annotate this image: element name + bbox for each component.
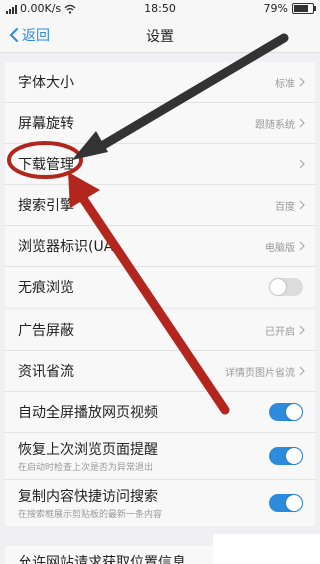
row-user-agent[interactable]: 浏览器标识(UA) 电脑版 (5, 226, 315, 267)
incognito-toggle[interactable] (269, 278, 303, 296)
row-ad-block[interactable]: 广告屏蔽 已开启 (5, 310, 315, 351)
row-label: 资讯省流 (18, 364, 74, 380)
chevron-right-icon (299, 159, 305, 169)
row-autoplay-video[interactable]: 自动全屏播放网页视频 (5, 392, 315, 433)
chevron-right-icon (299, 366, 305, 376)
row-label: 恢复上次浏览页面提醒 (18, 442, 158, 458)
row-value: 跟随系统 (255, 119, 295, 131)
row-download-manager[interactable]: 下载管理 (5, 144, 315, 185)
row-clipboard-search[interactable]: 复制内容快捷访问搜索 在搜索框展示剪贴板的最新一条内容 (5, 480, 315, 526)
battery-percent: 79% (263, 2, 288, 15)
page-title: 设置 (146, 29, 174, 45)
battery-icon (292, 3, 316, 14)
chevron-right-icon (299, 77, 305, 87)
row-label: 字体大小 (18, 75, 74, 91)
row-label: 搜索引擎 (18, 198, 74, 214)
chevron-right-icon (299, 118, 305, 128)
row-label: 屏幕旋转 (18, 116, 74, 132)
row-value: 标准 (275, 78, 295, 90)
row-screen-rotation[interactable]: 屏幕旋转 跟随系统 (5, 103, 315, 144)
row-search-engine[interactable]: 搜索引擎 百度 (5, 185, 315, 226)
row-restore-session[interactable]: 恢复上次浏览页面提醒 在启动时检查上次是否为异常退出 (5, 433, 315, 480)
autoplay-video-toggle[interactable] (269, 403, 303, 421)
chevron-right-icon (299, 325, 305, 335)
toggle-knob (286, 448, 302, 464)
toggle-knob (286, 495, 302, 511)
settings-group-content: 广告屏蔽 已开启 资讯省流 详情页图片省流 自动全屏播放网页视频 恢复上次浏览页… (5, 310, 315, 526)
row-description: 在启动时检查上次是否为异常退出 (18, 463, 154, 473)
row-font-size[interactable]: 字体大小 标准 (5, 62, 315, 103)
row-label: 广告屏蔽 (18, 323, 74, 339)
row-data-saver[interactable]: 资讯省流 详情页图片省流 (5, 351, 315, 392)
clipboard-search-toggle[interactable] (269, 494, 303, 512)
image-patch (213, 534, 320, 564)
toggle-knob (286, 404, 302, 420)
row-label: 自动全屏播放网页视频 (18, 405, 158, 421)
row-incognito[interactable]: 无痕浏览 (5, 267, 315, 307)
chevron-right-icon (299, 241, 305, 251)
row-value: 已开启 (265, 326, 295, 338)
row-description: 在搜索框展示剪贴板的最新一条内容 (18, 510, 163, 520)
status-bar: 0.00K/s 18:50 79% (0, 0, 320, 18)
row-label: 下载管理 (18, 157, 74, 173)
row-value: 百度 (275, 201, 295, 213)
row-label: 浏览器标识(UA) (18, 239, 119, 255)
restore-session-toggle[interactable] (269, 447, 303, 465)
row-value: 电脑版 (265, 242, 295, 254)
row-label: 允许网站请求获取位置信息 (18, 555, 186, 564)
nav-bar: 返回 设置 (0, 18, 320, 53)
row-label: 无痕浏览 (18, 280, 74, 296)
row-value: 详情页图片省流 (225, 367, 295, 379)
row-label: 复制内容快捷访问搜索 (18, 489, 158, 505)
settings-group-general: 字体大小 标准 屏幕旋转 跟随系统 下载管理 搜索引擎 百度 浏览器标识(UA)… (5, 62, 315, 307)
status-right: 79% (263, 2, 316, 15)
toggle-knob (270, 279, 286, 295)
chevron-right-icon (299, 200, 305, 210)
